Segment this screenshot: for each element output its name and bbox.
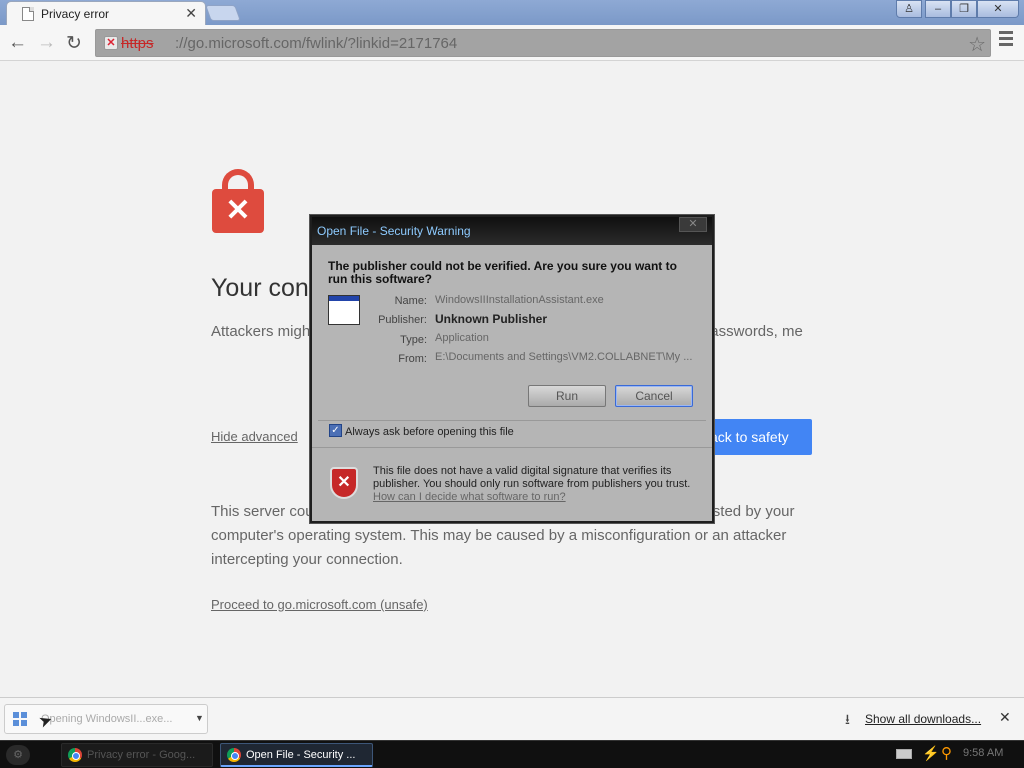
tab-title: Privacy error (41, 7, 110, 21)
chrome-icon (227, 748, 241, 762)
windows-file-icon (13, 712, 27, 726)
address-bar[interactable]: ✕ https ://go.microsoft.com/fwlink/?link… (95, 29, 991, 57)
file-name-value: WindowsIIInstallationAssistant.exe (435, 294, 604, 306)
start-button[interactable]: ⚙ (6, 745, 30, 765)
show-all-downloads-link[interactable]: Show all downloads... (865, 712, 981, 726)
download-shelf: Opening WindowsII...exe... ▼ ⭳ Show all … (0, 697, 1024, 740)
reload-icon[interactable]: ↻ (66, 32, 82, 55)
url-scheme: https (121, 35, 154, 52)
network-icon[interactable]: ⚡ (922, 745, 939, 762)
publisher-value: Unknown Publisher (435, 312, 548, 326)
from-value: E:\Documents and Settings\VM2.COLLABNET\… (435, 351, 693, 363)
download-label: Opening WindowsII...exe... (41, 713, 173, 725)
taskbar: ⚙ Privacy error - Goog... Open File - Se… (0, 740, 1024, 768)
dialog-title: Open File - Security Warning (317, 224, 471, 238)
search-icon[interactable]: ⚲ (941, 744, 952, 762)
dialog-question: The publisher could not be verified. Are… (328, 259, 677, 286)
chrome-icon (68, 748, 82, 762)
browser-toolbar: ← → ↻ ✕ https ://go.microsoft.com/fwlink… (0, 25, 1024, 61)
always-ask-label[interactable]: Always ask before opening this file (345, 426, 514, 438)
shelf-close-icon[interactable]: ✕ (999, 709, 1011, 726)
user-icon[interactable]: ♙ (896, 0, 922, 18)
chevron-down-icon[interactable]: ▼ (195, 713, 204, 723)
download-icon: ⭳ (845, 711, 850, 727)
cancel-button[interactable]: Cancel (615, 385, 693, 407)
type-label: Type: (400, 334, 427, 346)
download-item[interactable]: Opening WindowsII...exe... ▼ (4, 704, 208, 734)
taskbar-item-open-file[interactable]: Open File - Security ... (220, 743, 373, 767)
security-shield-icon: ✕ (330, 467, 358, 499)
taskbar-item-label: Open File - Security ... (246, 749, 356, 761)
taskbar-item-label: Privacy error - Goog... (87, 749, 196, 761)
type-value: Application (435, 332, 489, 344)
dialog-close-button[interactable]: ✕ (679, 217, 707, 232)
application-icon (328, 295, 360, 325)
minimize-button[interactable]: – (925, 0, 951, 18)
bookmark-star-icon[interactable]: ☆ (968, 32, 986, 57)
always-ask-checkbox[interactable]: ✓ (329, 424, 342, 437)
url-text: ://go.microsoft.com/fwlink/?linkid=21717… (175, 35, 458, 52)
proceed-unsafe-link[interactable]: Proceed to go.microsoft.com (unsafe) (211, 597, 428, 612)
window-close-button[interactable]: ✕ (977, 0, 1019, 18)
from-label: From: (398, 353, 427, 365)
menu-icon[interactable] (999, 31, 1013, 49)
divider (318, 420, 706, 421)
divider (312, 447, 712, 448)
back-arrow-icon[interactable]: ← (8, 32, 27, 54)
keyboard-icon[interactable] (896, 749, 912, 759)
page-heading: Your conr (211, 274, 318, 302)
help-link[interactable]: How can I decide what software to run? (373, 491, 566, 503)
new-tab-button[interactable] (205, 5, 241, 21)
hide-advanced-link[interactable]: Hide advanced (211, 429, 298, 444)
insecure-lock-icon[interactable]: ✕ (104, 36, 118, 50)
tab-privacy-error[interactable]: Privacy error ✕ (6, 1, 206, 25)
error-lock-icon: ✕ (212, 169, 264, 233)
page-icon (22, 7, 34, 21)
clock[interactable]: 9:58 AM (963, 747, 1003, 759)
tab-close-icon[interactable]: ✕ (185, 5, 197, 22)
taskbar-item-privacy-error[interactable]: Privacy error - Goog... (61, 743, 213, 767)
run-button[interactable]: Run (528, 385, 606, 407)
name-label: Name: (394, 295, 427, 307)
signature-warning-text: This file does not have a valid digital … (373, 465, 691, 490)
publisher-label: Publisher: (378, 314, 427, 326)
browser-titlebar: Privacy error ✕ ♙ – ❐ ✕ (0, 0, 1024, 25)
dialog-titlebar[interactable]: Open File - Security Warning ✕ (312, 217, 712, 245)
forward-arrow-icon[interactable]: → (37, 32, 56, 54)
restore-button[interactable]: ❐ (951, 0, 977, 18)
security-warning-dialog: Open File - Security Warning ✕ The publi… (310, 215, 714, 523)
